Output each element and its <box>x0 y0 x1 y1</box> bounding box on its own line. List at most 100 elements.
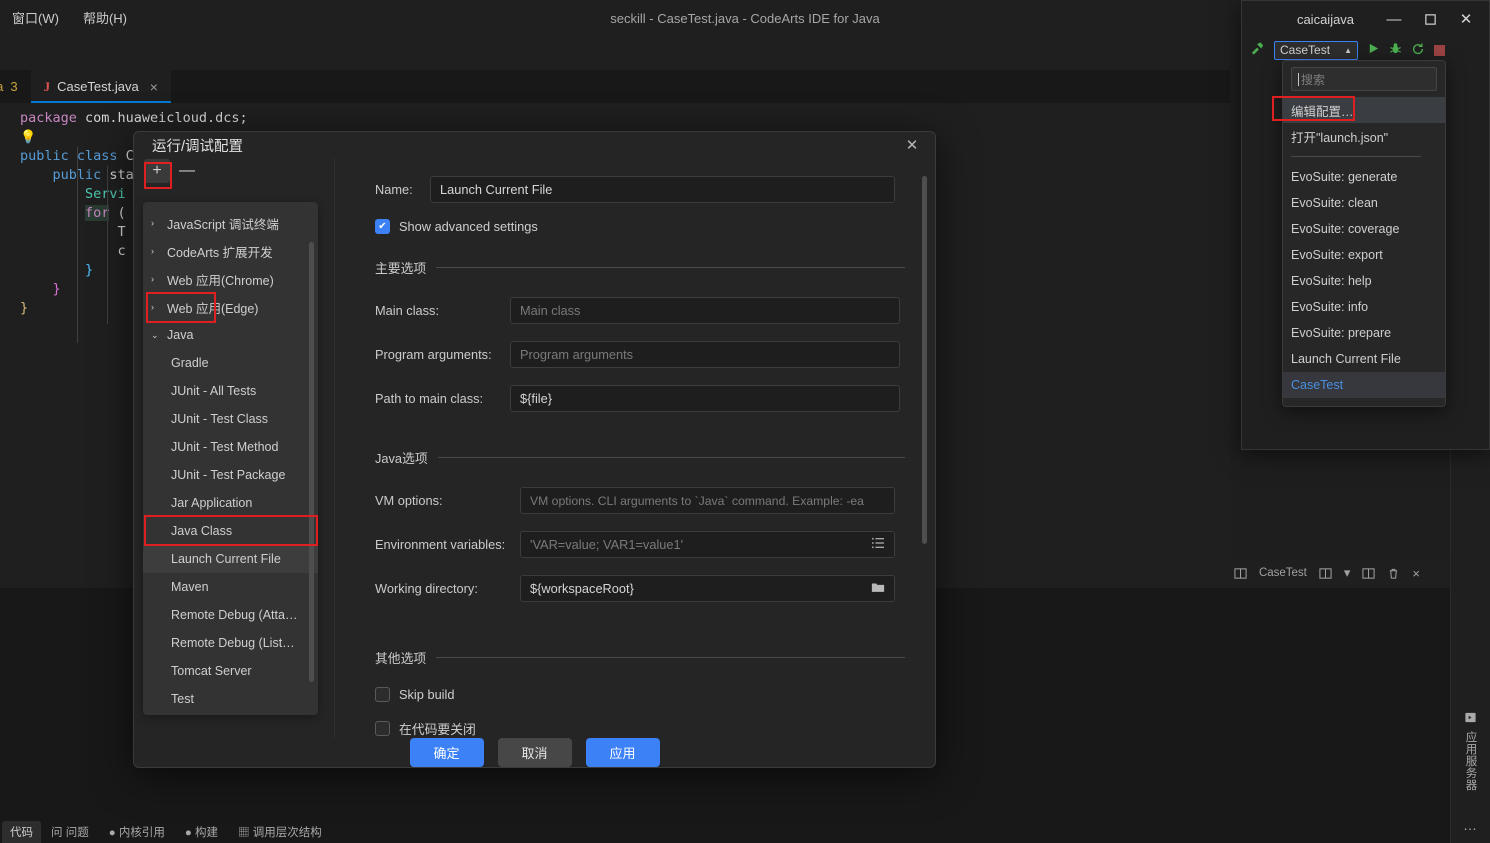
restart-icon[interactable] <box>1411 42 1425 59</box>
remove-config-button[interactable]: — <box>174 159 200 183</box>
split-editor-icon[interactable] <box>1234 567 1247 580</box>
config-type-pane: + — › JavaScript 调试终端 › CodeArts 扩展开发 › Web 应… <box>134 158 334 738</box>
tree-item[interactable]: JUnit - Test Package <box>143 461 318 489</box>
tree-item[interactable]: › CodeArts 扩展开发 <box>143 237 318 265</box>
menu-item[interactable]: 编辑配置… <box>1283 97 1445 123</box>
partial-option-row[interactable]: 在代码要关闭 <box>375 719 905 738</box>
maximize-icon[interactable] <box>1413 4 1447 34</box>
close-icon[interactable]: × <box>150 79 158 95</box>
menu-item[interactable]: EvoSuite: clean <box>1283 190 1445 216</box>
tree-item[interactable]: Tomcat Server <box>143 657 318 685</box>
tree-item[interactable]: Remote Debug (Atta… <box>143 601 318 629</box>
minimize-icon[interactable]: — <box>1377 4 1411 34</box>
tree-item-label: Java Class <box>171 524 233 538</box>
tree-item[interactable]: JUnit - Test Class <box>143 405 318 433</box>
main-class-input[interactable]: Main class <box>510 297 900 324</box>
rail-item-app-server[interactable]: 应用服务器 <box>1463 711 1479 791</box>
program-arguments-input[interactable]: Program arguments <box>510 341 900 368</box>
tree-item[interactable]: Java Class <box>143 517 318 545</box>
tree-item[interactable]: Maven <box>143 573 318 601</box>
tree-item[interactable]: Remote Debug (List… <box>143 629 318 657</box>
add-config-button[interactable]: + <box>144 159 170 183</box>
program-arguments-label: Program arguments: <box>375 347 492 362</box>
close-icon[interactable]: × <box>1412 566 1420 581</box>
working-directory-label: Working directory: <box>375 581 478 596</box>
editor-tab-casetest[interactable]: J CaseTest.java × <box>30 70 172 103</box>
name-input[interactable]: Launch Current File <box>430 176 895 203</box>
skip-build-checkbox[interactable] <box>375 687 390 702</box>
run-debug-config-dialog: 运行/调试配置 ✕ + — › JavaScript 调试终端 › CodeArts … <box>133 131 936 768</box>
chevron-right-icon[interactable]: › <box>151 274 163 284</box>
panel-icon[interactable] <box>1362 567 1375 580</box>
chevron-up-icon: ▲ <box>1344 45 1352 55</box>
section-label: Java选项 <box>375 451 428 466</box>
chevron-down-icon[interactable]: ▾ <box>1344 565 1351 581</box>
tree-item-label: Remote Debug (Atta… <box>171 608 298 622</box>
skip-build-row[interactable]: Skip build <box>375 687 905 702</box>
path-input[interactable]: ${file} <box>510 385 900 412</box>
environment-variables-input[interactable]: 'VAR=value; VAR1=value1' <box>520 531 895 558</box>
code-line: package com.huaweicloud.dcs; <box>20 110 248 126</box>
form-scrollbar[interactable] <box>922 176 927 544</box>
chevron-right-icon[interactable]: › <box>151 246 163 256</box>
menu-item[interactable]: EvoSuite: export <box>1283 242 1445 268</box>
show-advanced-checkbox[interactable]: ✔ <box>375 219 390 234</box>
status-item[interactable]: ▦ 调用层次结构 <box>228 824 332 840</box>
tree-item[interactable]: Gradle <box>143 349 318 377</box>
menu-item[interactable]: EvoSuite: help <box>1283 268 1445 294</box>
folder-icon[interactable] <box>871 581 885 596</box>
lightbulb-icon[interactable]: 💡 <box>20 130 36 145</box>
status-chip[interactable]: 代码 <box>2 820 41 843</box>
menu-item[interactable]: EvoSuite: generate <box>1283 164 1445 190</box>
tree-item[interactable]: › Web 应用(Edge) <box>143 293 318 321</box>
tree-scrollbar[interactable] <box>309 242 314 682</box>
run-config-menu-list: 编辑配置… 打开"launch.json" EvoSuite: generate Ev… <box>1283 97 1445 398</box>
menu-window[interactable]: 窗口(W) <box>0 0 71 38</box>
show-advanced-row[interactable]: ✔ Show advanced settings <box>375 219 905 234</box>
apply-button[interactable]: 应用 <box>585 738 660 767</box>
close-icon[interactable]: ✕ <box>1449 4 1483 34</box>
working-directory-row: Working directory: ${workspaceRoot} <box>375 575 905 602</box>
status-item[interactable]: ● 内核引用 <box>99 824 175 840</box>
editor-tab-bar: ibutedLock.java 3 J CaseTest.java × <box>0 70 1230 103</box>
play-icon[interactable] <box>1367 42 1380 58</box>
chevron-down-icon[interactable]: ⌄ <box>151 330 163 341</box>
menu-item[interactable]: Launch Current File <box>1283 346 1445 372</box>
layout-icon[interactable] <box>1319 567 1332 580</box>
menu-help[interactable]: 帮助(H) <box>71 0 139 38</box>
vm-options-input[interactable]: VM options. CLI arguments to `Java` comm… <box>520 487 895 514</box>
trash-icon[interactable] <box>1387 567 1400 580</box>
config-type-tree[interactable]: › JavaScript 调试终端 › CodeArts 扩展开发 › Web 应用(Ch… <box>143 202 318 715</box>
list-edit-icon[interactable] <box>871 537 885 552</box>
bug-icon[interactable] <box>1389 42 1402 58</box>
tree-item[interactable]: JUnit - All Tests <box>143 377 318 405</box>
tree-item[interactable]: Test <box>143 685 318 713</box>
cancel-button[interactable]: 取消 <box>497 738 572 767</box>
dialog-title: 运行/调试配置 <box>152 138 244 155</box>
close-icon[interactable]: ✕ <box>899 132 925 158</box>
menu-item[interactable]: EvoSuite: coverage <box>1283 216 1445 242</box>
tree-item[interactable]: › JavaScript 调试终端 <box>143 209 318 237</box>
chevron-right-icon[interactable]: › <box>151 302 163 312</box>
more-icon[interactable]: … <box>1463 817 1478 833</box>
working-directory-input[interactable]: ${workspaceRoot} <box>520 575 895 602</box>
tree-item[interactable]: Launch Current File <box>143 545 318 573</box>
search-input[interactable]: 搜索 <box>1291 67 1437 91</box>
tree-item[interactable]: JUnit - Test Method <box>143 433 318 461</box>
partial-option-checkbox[interactable] <box>375 721 390 736</box>
build-icon[interactable] <box>1250 41 1265 59</box>
menu-item[interactable]: 打开"launch.json" <box>1283 123 1445 149</box>
ok-button[interactable]: 确定 <box>409 738 484 767</box>
stop-icon[interactable] <box>1434 44 1445 56</box>
chevron-right-icon[interactable]: › <box>151 218 163 228</box>
status-item[interactable]: ● 构建 <box>175 824 228 840</box>
tree-item[interactable]: ⌄ Java <box>143 321 318 349</box>
menu-item[interactable]: CaseTest <box>1283 372 1445 398</box>
editor-tab-distributedlock[interactable]: ibutedLock.java 3 <box>0 70 31 103</box>
tree-item[interactable]: › Web 应用(Chrome) <box>143 265 318 293</box>
menu-item[interactable]: EvoSuite: prepare <box>1283 320 1445 346</box>
status-item[interactable]: 问 问题 <box>41 824 99 840</box>
run-config-dropdown[interactable]: CaseTest ▲ <box>1274 40 1358 60</box>
tree-item[interactable]: Jar Application <box>143 489 318 517</box>
menu-item[interactable]: EvoSuite: info <box>1283 294 1445 320</box>
